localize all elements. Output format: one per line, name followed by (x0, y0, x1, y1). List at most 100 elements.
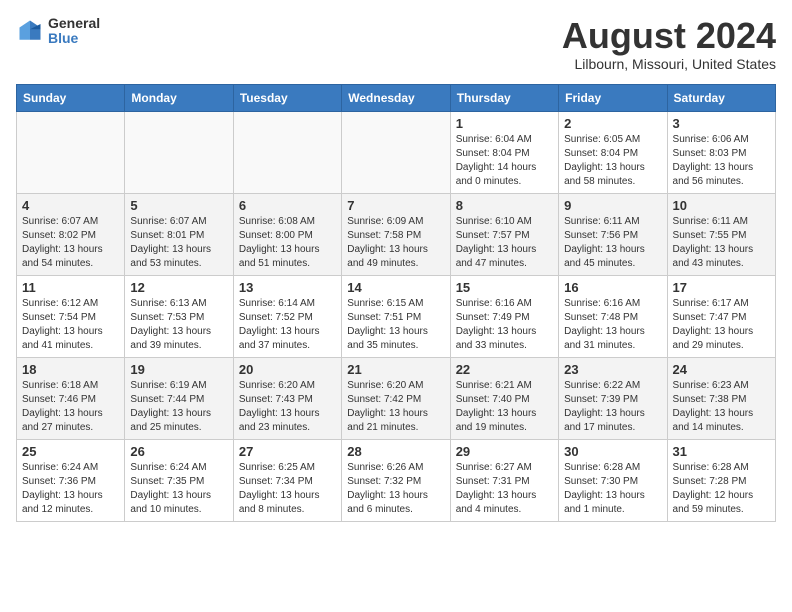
day-number: 2 (564, 116, 661, 131)
day-info: Sunrise: 6:25 AM Sunset: 7:34 PM Dayligh… (239, 461, 336, 517)
calendar-day-cell: 6 Sunrise: 6:08 AM Sunset: 8:00 PM Daylig… (233, 193, 341, 275)
day-info: Sunrise: 6:10 AM Sunset: 7:57 PM Dayligh… (456, 215, 553, 271)
day-number: 17 (673, 280, 770, 295)
weekday-header-row: SundayMondayTuesdayWednesdayThursdayFrid… (17, 84, 776, 111)
day-number: 7 (347, 198, 444, 213)
day-number: 6 (239, 198, 336, 213)
calendar-day-cell: 22 Sunrise: 6:21 AM Sunset: 7:40 PM Dayli… (450, 357, 558, 439)
calendar-day-cell: 23Sunrise: 6:22 AM Sunset: 7:39 PM Dayli… (559, 357, 667, 439)
day-info: Sunrise: 6:24 AM Sunset: 7:36 PM Dayligh… (22, 461, 119, 517)
day-number: 3 (673, 116, 770, 131)
calendar-day-cell: 29Sunrise: 6:27 AM Sunset: 7:31 PM Dayli… (450, 439, 558, 521)
day-number: 20 (239, 362, 336, 377)
calendar-day-cell (233, 111, 341, 193)
day-info: Sunrise: 6:17 AM Sunset: 7:47 PM Dayligh… (673, 297, 770, 353)
day-info: Sunrise: 6:19 AM Sunset: 7:44 PM Dayligh… (130, 379, 227, 435)
day-info: Sunrise: 6:13 AM Sunset: 7:53 PM Dayligh… (130, 297, 227, 353)
day-number: 24 (673, 362, 770, 377)
day-number: 23 (564, 362, 661, 377)
title-section: August 2024 Lilbourn, Missouri, United S… (562, 16, 776, 72)
weekday-header-saturday: Saturday (667, 84, 775, 111)
day-number: 12 (130, 280, 227, 295)
day-info: Sunrise: 6:26 AM Sunset: 7:32 PM Dayligh… (347, 461, 444, 517)
day-info: Sunrise: 6:27 AM Sunset: 7:31 PM Dayligh… (456, 461, 553, 517)
calendar-day-cell: 5Sunrise: 6:07 AM Sunset: 8:01 PM Daylig… (125, 193, 233, 275)
day-number: 14 (347, 280, 444, 295)
day-info: Sunrise: 6:15 AM Sunset: 7:51 PM Dayligh… (347, 297, 444, 353)
day-info: Sunrise: 6:20 AM Sunset: 7:42 PM Dayligh… (347, 379, 444, 435)
day-info: Sunrise: 6:05 AM Sunset: 8:04 PM Dayligh… (564, 133, 661, 189)
day-number: 8 (456, 198, 553, 213)
day-number: 31 (673, 444, 770, 459)
logo: General Blue (16, 16, 100, 47)
calendar-day-cell: 16 Sunrise: 6:16 AM Sunset: 7:48 PM Dayli… (559, 275, 667, 357)
weekday-header-thursday: Thursday (450, 84, 558, 111)
location-subtitle: Lilbourn, Missouri, United States (562, 56, 776, 72)
calendar-table: SundayMondayTuesdayWednesdayThursdayFrid… (16, 84, 776, 522)
day-number: 19 (130, 362, 227, 377)
logo-general: General (48, 16, 100, 31)
calendar-day-cell: 10Sunrise: 6:11 AM Sunset: 7:55 PM Dayli… (667, 193, 775, 275)
day-info: Sunrise: 6:04 AM Sunset: 8:04 PM Dayligh… (456, 133, 553, 189)
day-number: 15 (456, 280, 553, 295)
calendar-day-cell: 27Sunrise: 6:25 AM Sunset: 7:34 PM Dayli… (233, 439, 341, 521)
calendar-day-cell: 17 Sunrise: 6:17 AM Sunset: 7:47 PM Dayli… (667, 275, 775, 357)
day-number: 4 (22, 198, 119, 213)
calendar-day-cell: 12 Sunrise: 6:13 AM Sunset: 7:53 PM Dayli… (125, 275, 233, 357)
calendar-day-cell: 3 Sunrise: 6:06 AM Sunset: 8:03 PM Daylig… (667, 111, 775, 193)
calendar-day-cell: 9Sunrise: 6:11 AM Sunset: 7:56 PM Daylig… (559, 193, 667, 275)
calendar-day-cell: 2 Sunrise: 6:05 AM Sunset: 8:04 PM Daylig… (559, 111, 667, 193)
day-info: Sunrise: 6:16 AM Sunset: 7:48 PM Dayligh… (564, 297, 661, 353)
day-info: Sunrise: 6:20 AM Sunset: 7:43 PM Dayligh… (239, 379, 336, 435)
weekday-header-sunday: Sunday (17, 84, 125, 111)
day-info: Sunrise: 6:21 AM Sunset: 7:40 PM Dayligh… (456, 379, 553, 435)
day-number: 18 (22, 362, 119, 377)
calendar-day-cell: 25 Sunrise: 6:24 AM Sunset: 7:36 PM Dayli… (17, 439, 125, 521)
day-info: Sunrise: 6:12 AM Sunset: 7:54 PM Dayligh… (22, 297, 119, 353)
calendar-day-cell (125, 111, 233, 193)
calendar-day-cell: 20 Sunrise: 6:20 AM Sunset: 7:43 PM Dayli… (233, 357, 341, 439)
day-info: Sunrise: 6:07 AM Sunset: 8:02 PM Dayligh… (22, 215, 119, 271)
day-info: Sunrise: 6:09 AM Sunset: 7:58 PM Dayligh… (347, 215, 444, 271)
day-info: Sunrise: 6:18 AM Sunset: 7:46 PM Dayligh… (22, 379, 119, 435)
calendar-week-row: 18 Sunrise: 6:18 AM Sunset: 7:46 PM Dayli… (17, 357, 776, 439)
calendar-day-cell: 21 Sunrise: 6:20 AM Sunset: 7:42 PM Dayli… (342, 357, 450, 439)
day-number: 16 (564, 280, 661, 295)
logo-blue: Blue (48, 31, 100, 46)
day-number: 25 (22, 444, 119, 459)
calendar-week-row: 4 Sunrise: 6:07 AM Sunset: 8:02 PM Daylig… (17, 193, 776, 275)
day-info: Sunrise: 6:06 AM Sunset: 8:03 PM Dayligh… (673, 133, 770, 189)
day-number: 22 (456, 362, 553, 377)
day-number: 10 (673, 198, 770, 213)
calendar-day-cell: 1 Sunrise: 6:04 AM Sunset: 8:04 PM Daylig… (450, 111, 558, 193)
calendar-week-row: 1 Sunrise: 6:04 AM Sunset: 8:04 PM Daylig… (17, 111, 776, 193)
day-info: Sunrise: 6:16 AM Sunset: 7:49 PM Dayligh… (456, 297, 553, 353)
day-info: Sunrise: 6:23 AM Sunset: 7:38 PM Dayligh… (673, 379, 770, 435)
weekday-header-tuesday: Tuesday (233, 84, 341, 111)
weekday-header-monday: Monday (125, 84, 233, 111)
day-number: 13 (239, 280, 336, 295)
logo-icon (16, 17, 44, 45)
calendar-day-cell: 26Sunrise: 6:24 AM Sunset: 7:35 PM Dayli… (125, 439, 233, 521)
calendar-day-cell (17, 111, 125, 193)
month-year-title: August 2024 (562, 16, 776, 56)
day-info: Sunrise: 6:24 AM Sunset: 7:35 PM Dayligh… (130, 461, 227, 517)
day-info: Sunrise: 6:11 AM Sunset: 7:56 PM Dayligh… (564, 215, 661, 271)
calendar-day-cell: 13Sunrise: 6:14 AM Sunset: 7:52 PM Dayli… (233, 275, 341, 357)
day-info: Sunrise: 6:28 AM Sunset: 7:28 PM Dayligh… (673, 461, 770, 517)
calendar-week-row: 11Sunrise: 6:12 AM Sunset: 7:54 PM Dayli… (17, 275, 776, 357)
day-info: Sunrise: 6:08 AM Sunset: 8:00 PM Dayligh… (239, 215, 336, 271)
day-number: 21 (347, 362, 444, 377)
calendar-day-cell: 31 Sunrise: 6:28 AM Sunset: 7:28 PM Dayli… (667, 439, 775, 521)
calendar-day-cell: 4 Sunrise: 6:07 AM Sunset: 8:02 PM Daylig… (17, 193, 125, 275)
day-number: 30 (564, 444, 661, 459)
day-number: 5 (130, 198, 227, 213)
calendar-day-cell: 30Sunrise: 6:28 AM Sunset: 7:30 PM Dayli… (559, 439, 667, 521)
day-number: 1 (456, 116, 553, 131)
calendar-day-cell: 7 Sunrise: 6:09 AM Sunset: 7:58 PM Daylig… (342, 193, 450, 275)
logo-text: General Blue (48, 16, 100, 47)
calendar-day-cell: 14 Sunrise: 6:15 AM Sunset: 7:51 PM Dayli… (342, 275, 450, 357)
calendar-day-cell: 18 Sunrise: 6:18 AM Sunset: 7:46 PM Dayli… (17, 357, 125, 439)
calendar-day-cell: 15 Sunrise: 6:16 AM Sunset: 7:49 PM Dayli… (450, 275, 558, 357)
calendar-day-cell: 24 Sunrise: 6:23 AM Sunset: 7:38 PM Dayli… (667, 357, 775, 439)
